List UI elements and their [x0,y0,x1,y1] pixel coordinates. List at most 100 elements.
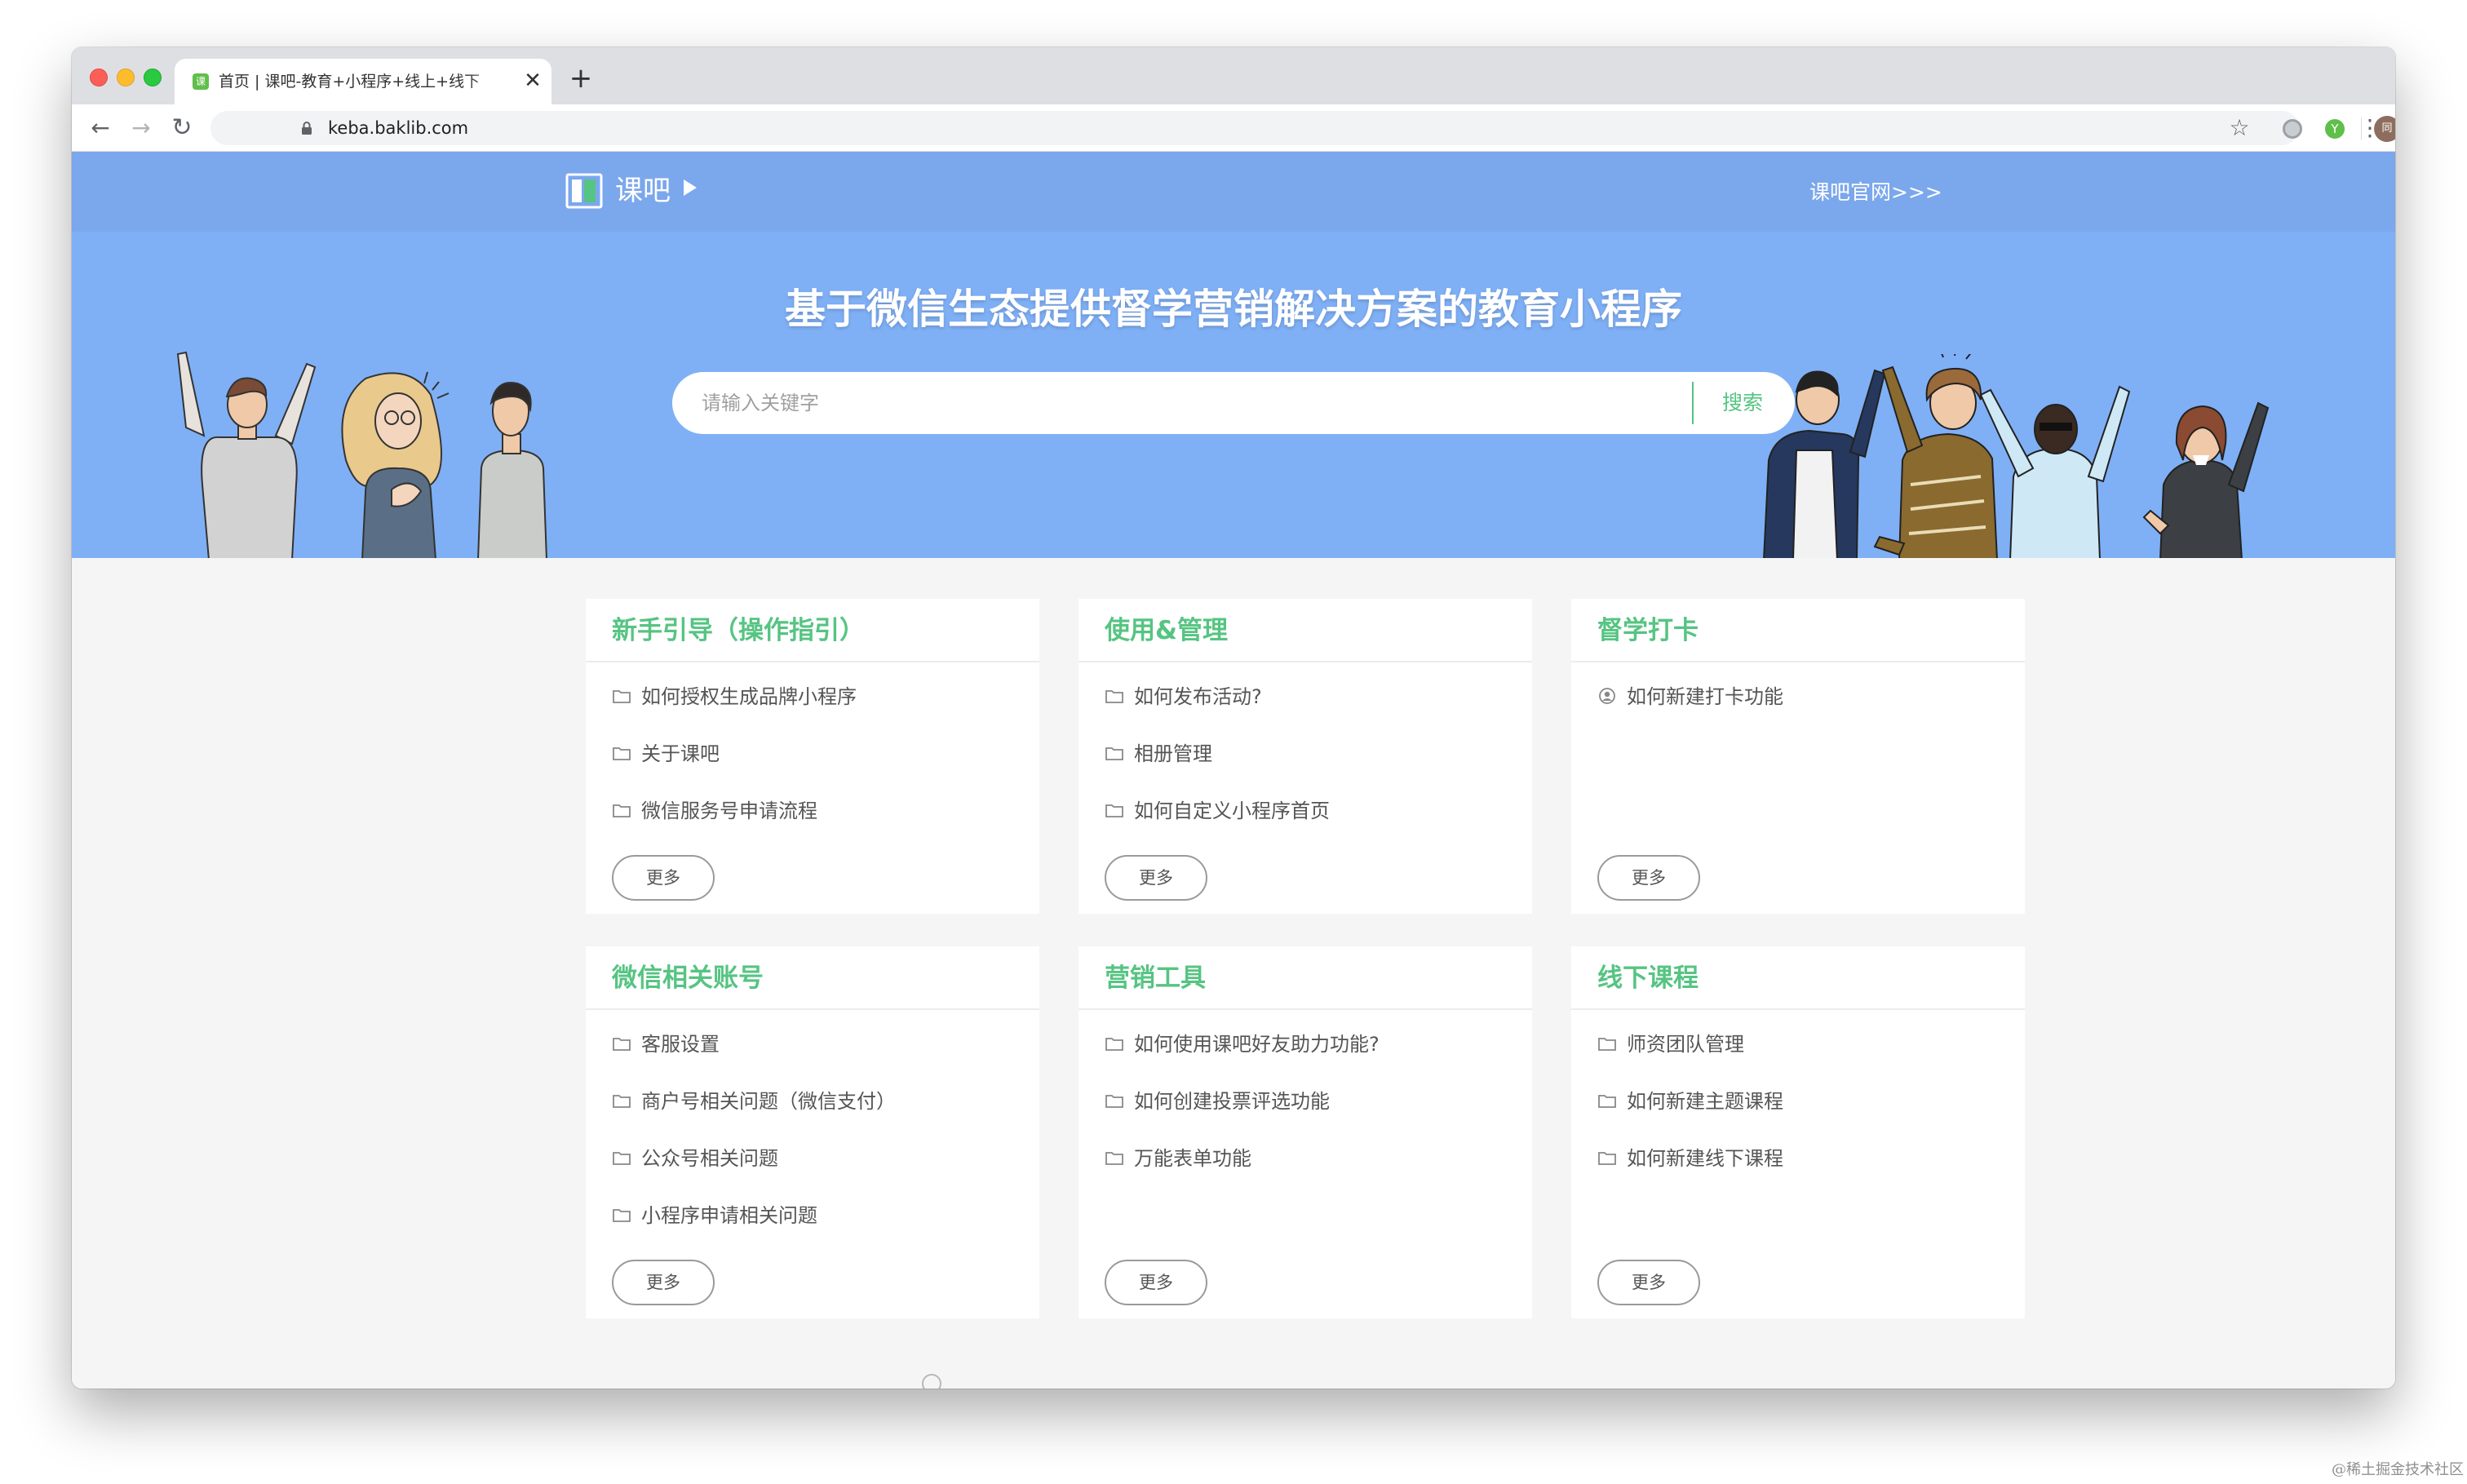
article-link[interactable]: 如何新建主题课程 [1597,1085,2005,1118]
maximize-window-button[interactable] [144,69,162,86]
card-divider [586,1008,1039,1010]
category-card-checkin: 督学打卡 如何新建打卡功能 更多 [1571,599,2025,914]
card-divider [1078,1008,1532,1010]
hero-banner: 基于微信生态提供督学营销解决方案的教育小程序 搜索 [72,232,2395,558]
article-link[interactable]: 公众号相关问题 [612,1142,1020,1175]
site-logo-text[interactable]: 课吧 [615,173,671,209]
folder-icon [1105,804,1123,817]
tab-strip: 课 首页 | 课吧-教育+小程序+线上+线下 ✕ + [72,47,2395,104]
folder-icon [613,1152,631,1165]
folder-icon [613,747,631,760]
lock-icon [302,122,312,135]
category-card-offline-courses: 线下课程 师资团队管理 如何新建主题课程 如何新建线下课程 更多 [1571,946,2025,1318]
browser-toolbar: ← → ↻ keba.baklib.com ☆ Y 同 ⋮ [72,104,2395,152]
folder-icon [613,1095,631,1108]
folder-icon [1105,747,1123,760]
article-link[interactable]: 商户号相关问题（微信支付） [612,1085,1020,1118]
more-button[interactable]: 更多 [612,1260,715,1305]
reload-button[interactable]: ↻ [168,114,196,142]
folder-icon [1105,1095,1123,1108]
people-high-five-right-illustration [1763,354,2270,558]
more-button[interactable]: 更多 [1105,1260,1207,1305]
more-button[interactable]: 更多 [1105,855,1207,901]
search-button[interactable]: 搜索 [1705,385,1780,421]
extension-green-icon[interactable]: Y [2325,119,2345,139]
article-title: 如何自定义小程序首页 [1134,800,1330,822]
card-title[interactable]: 线下课程 [1597,958,1699,999]
article-title: 公众号相关问题 [641,1147,778,1170]
search-box: 搜索 [672,372,1795,434]
search-input[interactable] [702,385,1681,421]
article-link[interactable]: 万能表单功能 [1105,1142,1513,1175]
card-title[interactable]: 营销工具 [1105,958,1206,999]
card-title[interactable]: 新手引导（操作指引） [612,610,865,651]
article-title: 如何新建打卡功能 [1627,685,1783,708]
url-text[interactable]: keba.baklib.com [328,117,468,139]
search-divider [1692,382,1694,424]
browser-tab-active[interactable]: 课 首页 | 课吧-教育+小程序+线上+线下 ✕ [175,59,551,104]
folder-icon [613,690,631,703]
site-header: 课吧 课吧官网>>> [72,152,2395,232]
official-site-link[interactable]: 课吧官网>>> [1809,179,1942,206]
browser-menu-icon[interactable]: ⋮ [2356,114,2384,142]
article-link[interactable]: 如何新建线下课程 [1597,1142,2005,1175]
article-link[interactable]: 客服设置 [612,1028,1020,1061]
article-title: 如何新建主题课程 [1627,1090,1783,1113]
back-button[interactable]: ← [86,114,114,142]
category-card-usage-management: 使用&管理 如何发布活动? 相册管理 如何自定义小程序首页 更多 [1078,599,1532,914]
more-button[interactable]: 更多 [1597,855,1700,901]
folder-icon [1105,1038,1123,1051]
scroll-indicator-icon[interactable] [922,1374,941,1389]
user-circle-icon [1599,688,1615,704]
article-title: 万能表单功能 [1134,1147,1251,1170]
address-bar[interactable]: keba.baklib.com [210,111,2299,145]
article-link[interactable]: 相册管理 [1105,738,1513,770]
close-window-button[interactable] [90,69,108,86]
card-divider [586,661,1039,662]
category-card-marketing-tools: 营销工具 如何使用课吧好友助力功能? 如何创建投票评选功能 万能表单功能 更多 [1078,946,1532,1318]
article-title: 如何新建线下课程 [1627,1147,1783,1170]
forward-button[interactable]: → [127,114,155,142]
article-link[interactable]: 如何授权生成品牌小程序 [612,680,1020,713]
card-title[interactable]: 微信相关账号 [612,958,764,999]
folder-icon [613,1038,631,1051]
play-arrow-icon [684,179,697,196]
folder-icon [1105,690,1123,703]
card-divider [1571,1008,2025,1010]
article-title: 小程序申请相关问题 [641,1204,817,1227]
more-button[interactable]: 更多 [1597,1260,1700,1305]
web-page: 课吧 课吧官网>>> 基于微信生态提供督学营销解决方案的教育小程序 请输入关键字… [72,152,2395,1389]
article-link[interactable]: 如何创建投票评选功能 [1105,1085,1513,1118]
minimize-window-button[interactable] [117,69,135,86]
folder-icon [1598,1152,1616,1165]
close-tab-icon[interactable]: ✕ [520,69,545,93]
article-link[interactable]: 小程序申请相关问题 [612,1199,1020,1232]
article-title: 商户号相关问题（微信支付） [641,1090,896,1113]
bookmark-star-icon[interactable]: ☆ [2226,114,2253,142]
card-title[interactable]: 督学打卡 [1597,610,1699,651]
extension-globe-icon[interactable] [2283,119,2302,139]
article-link[interactable]: 关于课吧 [612,738,1020,770]
category-card-getting-started: 新手引导（操作指引） 如何授权生成品牌小程序 关于课吧 微信服务号申请流程 更多 [586,599,1039,914]
article-title: 如何创建投票评选功能 [1134,1090,1330,1113]
folder-icon [1105,1152,1123,1165]
new-tab-button[interactable]: + [566,64,596,93]
favicon-icon: 课 [193,73,209,90]
tab-title-fade [468,67,509,96]
article-title: 关于课吧 [641,742,720,765]
article-title: 如何授权生成品牌小程序 [641,685,857,708]
book-logo-icon[interactable] [565,171,604,210]
article-link[interactable]: 微信服务号申请流程 [612,795,1020,827]
more-button[interactable]: 更多 [612,855,715,901]
article-link[interactable]: 如何使用课吧好友助力功能? [1105,1028,1513,1061]
people-cheering-left-illustration [176,351,547,558]
article-title: 微信服务号申请流程 [641,800,817,822]
article-link[interactable]: 如何新建打卡功能 [1597,680,2005,713]
tab-title: 首页 | 课吧-教育+小程序+线上+线下 [219,73,481,91]
article-link[interactable]: 如何自定义小程序首页 [1105,795,1513,827]
article-title: 师资团队管理 [1627,1033,1744,1056]
article-title: 客服设置 [641,1033,720,1056]
article-link[interactable]: 师资团队管理 [1597,1028,2005,1061]
article-link[interactable]: 如何发布活动? [1105,680,1513,713]
card-title[interactable]: 使用&管理 [1105,610,1228,651]
